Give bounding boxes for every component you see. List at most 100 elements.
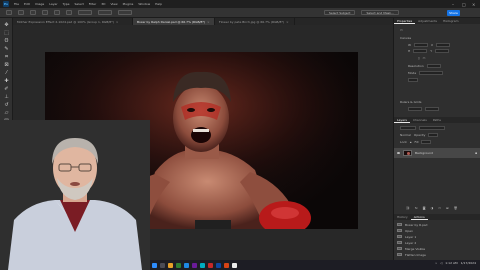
- sample-all-layers-checkbox[interactable]: [98, 10, 112, 15]
- delete-layer-icon[interactable]: 🗑︎: [454, 206, 458, 210]
- brush-tool-icon[interactable]: ✐: [3, 86, 10, 92]
- clock-time[interactable]: 1:12 AM: [445, 261, 457, 265]
- new-selection-icon[interactable]: [30, 10, 36, 15]
- photoshop-taskbar-icon[interactable]: [216, 262, 221, 268]
- layer-filter-icons[interactable]: [419, 126, 445, 130]
- layer-kind-filter[interactable]: [400, 126, 416, 130]
- history-item[interactable]: Layer 1: [394, 234, 480, 239]
- menu-image[interactable]: Image: [35, 2, 44, 6]
- healing-brush-tool-icon[interactable]: ✚: [3, 78, 10, 84]
- eyedropper-tool-icon[interactable]: ⁄: [3, 70, 10, 76]
- ruler-units-dropdown[interactable]: [408, 107, 422, 111]
- clone-stamp-tool-icon[interactable]: ⊥: [3, 94, 10, 100]
- menu-edit[interactable]: Edit: [24, 2, 30, 6]
- fill-color-swatch[interactable]: [408, 78, 418, 82]
- edge-browser-icon[interactable]: [184, 262, 189, 268]
- tab-history[interactable]: History: [394, 214, 411, 220]
- portrait-icon[interactable]: ▯: [418, 56, 420, 60]
- home-icon[interactable]: [6, 10, 12, 15]
- tab-mother-expression[interactable]: Mother Expression Effect 2-1024.psd @ 10…: [13, 18, 133, 25]
- move-tool-icon[interactable]: ✥: [3, 22, 10, 28]
- menu-filter[interactable]: Filter: [89, 2, 96, 6]
- landscape-icon[interactable]: ▭: [423, 56, 426, 60]
- marquee-tool-icon[interactable]: ⬚: [3, 30, 10, 36]
- minimize-icon[interactable]: –: [452, 2, 454, 7]
- resolution-field[interactable]: [426, 64, 441, 68]
- menu-file[interactable]: File: [14, 2, 19, 6]
- new-layer-icon[interactable]: ⊞: [446, 206, 449, 210]
- new-group-icon[interactable]: ▭: [438, 206, 441, 210]
- file-explorer-icon[interactable]: [168, 262, 173, 268]
- tool-preset-icon[interactable]: [18, 10, 24, 15]
- close-tab-icon[interactable]: ×: [116, 20, 119, 24]
- app-icon-orange[interactable]: [224, 262, 229, 268]
- volume-icon[interactable]: ◁: [440, 261, 442, 265]
- history-item[interactable]: Layer 2: [394, 240, 480, 245]
- visibility-eye-icon[interactable]: [397, 152, 400, 154]
- maximize-icon[interactable]: □: [462, 2, 466, 7]
- history-item[interactable]: Flatten Image: [394, 252, 480, 257]
- app-icon-teal[interactable]: [200, 262, 205, 268]
- crop-tool-icon[interactable]: ⌗: [3, 54, 10, 60]
- fx-icon[interactable]: fx: [415, 206, 418, 210]
- menu-layer[interactable]: Layer: [49, 2, 57, 6]
- height-field[interactable]: [413, 49, 428, 53]
- brush-size-field[interactable]: [78, 10, 92, 15]
- tab-layers[interactable]: Layers: [394, 117, 410, 123]
- tab-histogram[interactable]: Histogram: [440, 18, 462, 24]
- tab-actions[interactable]: Actions: [410, 214, 428, 220]
- history-item[interactable]: Open: [394, 228, 480, 233]
- frame-tool-icon[interactable]: ⊠: [3, 62, 10, 68]
- blend-mode-dropdown[interactable]: Normal: [400, 133, 411, 137]
- app-icon-green[interactable]: [176, 262, 181, 268]
- select-subject-button[interactable]: Select Subject: [324, 10, 356, 15]
- mask-icon[interactable]: ◙: [423, 206, 426, 210]
- layer-row[interactable]: Background ▪: [394, 148, 480, 158]
- tab-channels[interactable]: Channels: [410, 117, 430, 123]
- quick-select-tool-icon[interactable]: ✎: [3, 46, 10, 52]
- subtract-selection-icon[interactable]: [54, 10, 60, 15]
- tab-boxer[interactable]: Boxer by Ralph Daniel.psd @ 66.7% (RGB/8…: [133, 18, 215, 25]
- lasso-tool-icon[interactable]: ʘ: [3, 38, 10, 44]
- lock-icon[interactable]: ▪: [475, 151, 477, 155]
- width-field[interactable]: [413, 43, 428, 47]
- app-icon-purple[interactable]: [192, 262, 197, 268]
- app-icon-red[interactable]: [208, 262, 213, 268]
- history-item[interactable]: Merge Visible: [394, 246, 480, 251]
- menu-plugins[interactable]: Plugins: [123, 2, 134, 6]
- close-window-icon[interactable]: ×: [472, 2, 475, 7]
- menu-window[interactable]: Window: [138, 2, 150, 6]
- app-icon-white[interactable]: [232, 262, 237, 268]
- fill-field[interactable]: [421, 140, 432, 144]
- x-field[interactable]: [436, 43, 451, 47]
- history-brush-tool-icon[interactable]: ↺: [3, 102, 10, 108]
- menu-select[interactable]: Select: [75, 2, 84, 6]
- lock-icon[interactable]: 🔒︎: [410, 140, 412, 144]
- close-tab-icon[interactable]: ×: [286, 20, 289, 24]
- select-and-mask-button[interactable]: Select and Mask...: [361, 10, 399, 15]
- history-item[interactable]: Boxer by R.psd: [394, 222, 480, 227]
- add-selection-icon[interactable]: [42, 10, 48, 15]
- adjustment-layer-icon[interactable]: ◑: [431, 206, 434, 210]
- y-field[interactable]: [435, 49, 450, 53]
- grid-color-swatch[interactable]: [425, 107, 439, 111]
- menu-3d[interactable]: 3D: [101, 2, 105, 6]
- intersect-selection-icon[interactable]: [66, 10, 72, 15]
- menu-help[interactable]: Help: [155, 2, 162, 6]
- enhance-edge-checkbox[interactable]: [118, 10, 132, 15]
- start-icon[interactable]: [152, 262, 157, 268]
- mode-dropdown[interactable]: [419, 71, 444, 75]
- link-layers-icon[interactable]: ⛓: [406, 206, 410, 210]
- close-tab-icon[interactable]: ×: [207, 20, 210, 24]
- tab-properties[interactable]: Properties: [394, 18, 416, 24]
- share-button[interactable]: Share: [447, 10, 460, 16]
- opacity-field[interactable]: [428, 133, 439, 137]
- network-icon[interactable]: ⌁: [435, 261, 437, 265]
- menu-type[interactable]: Type: [63, 2, 70, 6]
- search-icon[interactable]: [160, 262, 165, 268]
- menu-view[interactable]: View: [110, 2, 117, 6]
- eraser-tool-icon[interactable]: ▱: [3, 110, 10, 116]
- tab-adjustments[interactable]: Adjustments: [415, 18, 440, 24]
- tab-paths[interactable]: Paths: [430, 117, 444, 123]
- tab-flower[interactable]: Flower by pete Birch.jpg @ 66.7% (RGB/8*…: [215, 18, 295, 25]
